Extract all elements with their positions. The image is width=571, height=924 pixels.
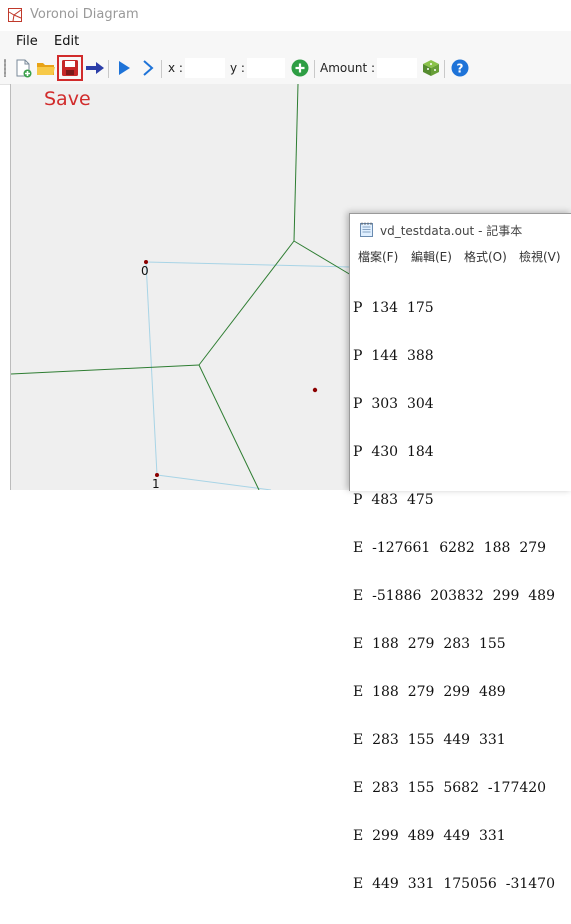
voronoi-app-icon: [8, 8, 22, 22]
add-icon: [291, 59, 309, 77]
open-folder-icon: [37, 63, 55, 75]
new-file-icon: [16, 59, 32, 78]
amount-label: Amount :: [320, 61, 376, 75]
notepad-text-area[interactable]: P 134 175 P 144 388 P 303 304 P 430 184 …: [353, 268, 555, 924]
svg-text:?: ?: [457, 62, 464, 76]
text-line: E 188 279 299 489: [353, 684, 506, 700]
site-point: [312, 387, 318, 393]
new-file-button[interactable]: [12, 57, 34, 79]
voronoi-edge: [11, 364, 200, 375]
voronoi-edge: [293, 240, 352, 276]
text-line: E 299 489 449 331: [353, 828, 506, 844]
delaunay-edges: [145, 261, 352, 490]
site-points: [144, 260, 318, 477]
voronoi-edges: [11, 84, 352, 490]
toolbar-grip[interactable]: [4, 59, 6, 77]
save-annotation: Save: [44, 88, 91, 110]
text-line: P 303 304: [353, 396, 434, 412]
step-icon: [143, 60, 154, 76]
text-line: P 483 475: [353, 492, 434, 508]
text-line: E 188 279 283 155: [353, 636, 506, 652]
toolbar: x : y : Amount : ?: [0, 53, 571, 85]
random-button[interactable]: [420, 57, 442, 79]
text-line: E -127661 6282 188 279: [353, 540, 547, 556]
notepad-title: vd_testdata.out - 記事本: [380, 224, 523, 238]
run-button[interactable]: [113, 57, 135, 79]
step-button[interactable]: [137, 57, 159, 79]
text-line: P 430 184: [353, 444, 434, 460]
text-line: P 144 388: [353, 348, 434, 364]
toolbar-separator: [161, 60, 162, 78]
open-button[interactable]: [35, 57, 57, 79]
random-cube-icon: [423, 60, 439, 76]
menu-bar: File Edit: [0, 31, 571, 53]
notepad-menu-view[interactable]: 檢視(V): [519, 248, 561, 265]
delaunay-edge: [145, 261, 352, 268]
notepad-window[interactable]: vd_testdata.out - 記事本 檔案(F) 編輯(E) 格式(O) …: [349, 213, 571, 892]
point-label: 1: [152, 477, 160, 491]
y-label: y :: [230, 61, 245, 75]
help-button[interactable]: ?: [449, 57, 471, 79]
y-input[interactable]: [247, 58, 285, 78]
notepad-menu-bar: 檔案(F) 編輯(E) 格式(O) 檢視(V): [350, 244, 571, 266]
x-label: x :: [168, 61, 183, 75]
next-arrow-icon: [86, 62, 104, 74]
notepad-title-bar[interactable]: vd_testdata.out - 記事本: [350, 214, 571, 244]
text-line: E 283 155 449 331: [353, 732, 506, 748]
delaunay-edge: [145, 261, 158, 476]
text-line: E 449 331 175056 -31470: [353, 876, 555, 892]
delaunay-edge: [156, 474, 272, 490]
notepad-menu-edit[interactable]: 編輯(E): [411, 248, 452, 265]
window-title: Voronoi Diagram: [30, 7, 139, 22]
menu-file[interactable]: File: [16, 34, 38, 49]
text-line: E 283 155 5682 -177420: [353, 780, 547, 796]
notepad-menu-file[interactable]: 檔案(F): [358, 248, 398, 265]
play-icon: [119, 61, 130, 75]
toolbar-separator: [108, 60, 109, 78]
toolbar-separator: [444, 60, 445, 78]
voronoi-edge: [198, 364, 260, 490]
text-line: P 134 175: [353, 300, 434, 316]
notepad-icon: [360, 222, 373, 237]
amount-input[interactable]: [377, 58, 417, 78]
title-bar: Voronoi Diagram: [0, 0, 571, 31]
x-input[interactable]: [185, 58, 225, 78]
menu-edit[interactable]: Edit: [54, 34, 79, 49]
next-button[interactable]: [84, 57, 106, 79]
notepad-menu-format[interactable]: 格式(O): [464, 248, 507, 265]
point-label: 0: [141, 264, 149, 278]
add-point-button[interactable]: [289, 57, 311, 79]
voronoi-edge: [198, 240, 295, 366]
toolbar-separator: [314, 60, 315, 78]
help-icon: ?: [451, 59, 469, 77]
voronoi-edge: [293, 84, 299, 242]
save-highlight-box: [57, 55, 83, 81]
text-line: E -51886 203832 299 489: [353, 588, 555, 604]
